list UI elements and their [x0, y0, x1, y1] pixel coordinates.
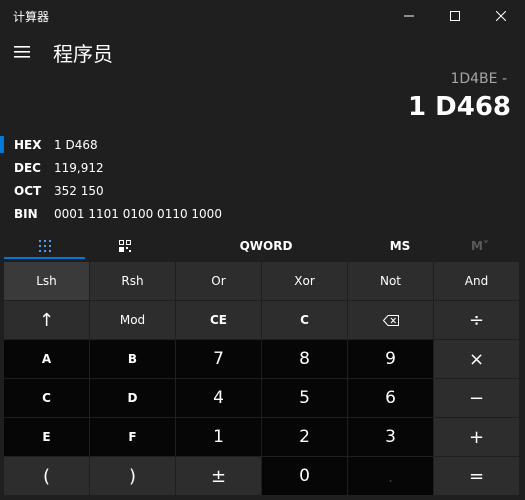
maximize-icon [450, 11, 460, 21]
equals-button[interactable]: = [434, 457, 519, 495]
radix-row-bin[interactable]: BIN 0001 1101 0100 0110 1000 [0, 203, 525, 226]
digit-6-button[interactable]: 6 [348, 379, 433, 417]
decimal-button: . [348, 457, 433, 495]
divide-button[interactable]: ÷ [434, 301, 519, 339]
backspace-icon [382, 314, 399, 326]
full-keypad-tab[interactable] [4, 231, 85, 261]
clear-entry-button[interactable]: CE [176, 301, 261, 339]
xor-button[interactable]: Xor [262, 262, 347, 300]
radix-value: 119,912 [54, 161, 104, 175]
and-button[interactable]: And [434, 262, 519, 300]
bit-toggle-tab[interactable] [85, 231, 165, 261]
hex-b-button[interactable]: B [90, 340, 175, 378]
subtract-button[interactable]: − [434, 379, 519, 417]
clear-button[interactable]: C [262, 301, 347, 339]
radix-label: DEC [14, 161, 41, 175]
menu-button[interactable] [8, 36, 36, 68]
radix-value: 1 D468 [54, 138, 98, 152]
keypad: Lsh Rsh Or Xor Not And ↑ Mod CE C ÷ A B … [4, 262, 521, 498]
radix-label: HEX [14, 138, 42, 152]
mod-button[interactable]: Mod [90, 301, 175, 339]
minimize-button[interactable] [386, 0, 432, 32]
mode-title: 程序员 [53, 42, 113, 66]
title-bar: 计算器 [0, 0, 525, 32]
digit-1-button[interactable]: 1 [176, 418, 261, 456]
hamburger-icon [14, 46, 30, 58]
radix-label: OCT [14, 184, 42, 198]
radix-label: BIN [14, 207, 38, 221]
or-button[interactable]: Or [176, 262, 261, 300]
hex-e-button[interactable]: E [4, 418, 89, 456]
hex-f-button[interactable]: F [90, 418, 175, 456]
radix-row-dec[interactable]: DEC 119,912 [0, 157, 525, 180]
memory-store-button[interactable]: MS [365, 231, 435, 261]
lsh-button[interactable]: Lsh [4, 262, 89, 300]
close-button[interactable] [478, 0, 524, 32]
app-title: 计算器 [13, 10, 50, 24]
selection-indicator [0, 136, 4, 153]
minimize-icon [404, 15, 414, 17]
digit-8-button[interactable]: 8 [262, 340, 347, 378]
radix-value: 0001 1101 0100 0110 1000 [54, 207, 222, 221]
radix-row-hex[interactable]: HEX 1 D468 [0, 134, 525, 157]
radix-row-oct[interactable]: OCT 352 150 [0, 180, 525, 203]
backspace-button[interactable] [348, 301, 433, 339]
negate-button[interactable]: ± [176, 457, 261, 495]
word-size-button[interactable]: QWORD [218, 231, 314, 261]
keypad-toolbar: QWORD MS M˅ [0, 231, 525, 261]
digit-9-button[interactable]: 9 [348, 340, 433, 378]
shift-up-button[interactable]: ↑ [4, 301, 89, 339]
close-paren-button[interactable]: ) [90, 457, 175, 495]
digit-5-button[interactable]: 5 [262, 379, 347, 417]
hex-d-button[interactable]: D [90, 379, 175, 417]
open-paren-button[interactable]: ( [4, 457, 89, 495]
maximize-button[interactable] [432, 0, 478, 32]
full-keypad-icon [38, 240, 51, 252]
hex-c-button[interactable]: C [4, 379, 89, 417]
bit-toggle-keypad-icon [119, 240, 131, 252]
memory-list-button: M˅ [471, 239, 489, 253]
digit-4-button[interactable]: 4 [176, 379, 261, 417]
digit-3-button[interactable]: 3 [348, 418, 433, 456]
hex-a-button[interactable]: A [4, 340, 89, 378]
expression-display: 1D4BE - [450, 71, 507, 87]
rsh-button[interactable]: Rsh [90, 262, 175, 300]
digit-2-button[interactable]: 2 [262, 418, 347, 456]
radix-value: 352 150 [54, 184, 104, 198]
result-display: 1 D468 [408, 92, 511, 122]
active-tab-underline [4, 257, 85, 259]
not-button[interactable]: Not [348, 262, 433, 300]
multiply-button[interactable]: × [434, 340, 519, 378]
close-icon [496, 11, 506, 21]
add-button[interactable]: + [434, 418, 519, 456]
digit-7-button[interactable]: 7 [176, 340, 261, 378]
digit-0-button[interactable]: 0 [262, 457, 347, 495]
